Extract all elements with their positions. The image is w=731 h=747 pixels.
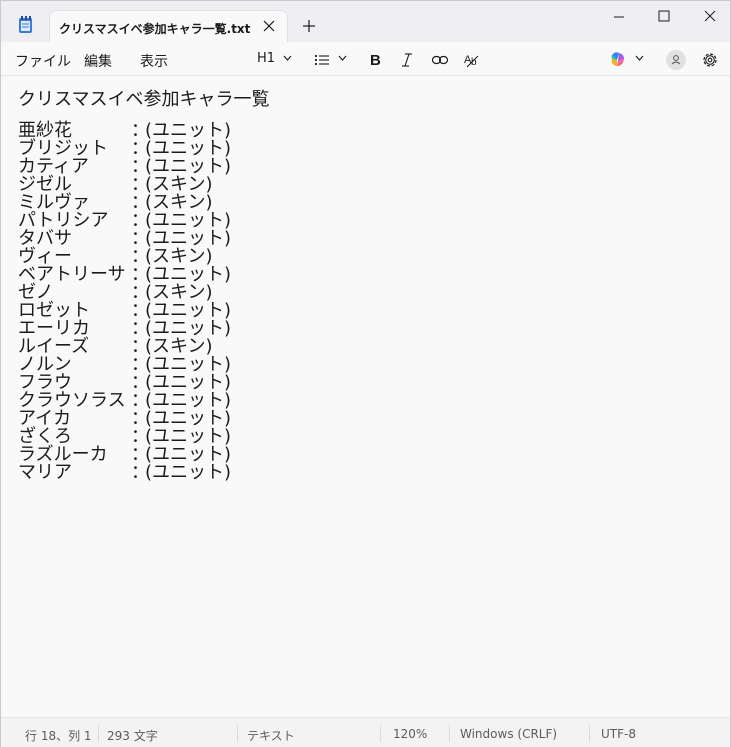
list-item: パトリシア： (ユニット) bbox=[18, 212, 730, 230]
heading-dropdown[interactable]: H1 bbox=[257, 51, 275, 66]
status-zoom[interactable]: 120% bbox=[393, 727, 427, 741]
menu-bar: ファイル 編集 表示 H1 B A b bbox=[1, 42, 730, 76]
list-item: ベアトリーサ： (ユニット) bbox=[18, 266, 730, 284]
menu-view[interactable]: 表示 bbox=[140, 51, 168, 71]
status-char-count: 293 文字 bbox=[107, 729, 158, 743]
account-icon[interactable] bbox=[665, 49, 687, 71]
list-item: クラウソラス： (ユニット) bbox=[18, 392, 730, 410]
separator: ： bbox=[131, 462, 149, 483]
tab-document[interactable]: クリスマスイベ参加キャラ一覧.txt bbox=[49, 10, 288, 43]
svg-text:B: B bbox=[370, 52, 381, 69]
status-divider bbox=[98, 725, 99, 742]
menu-file[interactable]: ファイル bbox=[15, 51, 71, 71]
window-close-icon[interactable] bbox=[687, 1, 731, 33]
list-item: ノルン： (ユニット) bbox=[18, 356, 730, 374]
gear-icon[interactable] bbox=[700, 49, 720, 71]
bold-icon[interactable]: B bbox=[367, 49, 383, 71]
list-item: ジゼル： (スキン) bbox=[18, 176, 730, 194]
status-format[interactable]: テキスト bbox=[247, 727, 295, 744]
document-title: クリスマスイベ参加キャラ一覧 bbox=[18, 89, 270, 110]
list-item: カティア： (ユニット) bbox=[18, 158, 730, 176]
menu-edit[interactable]: 編集 bbox=[84, 51, 112, 71]
list-item: 亜紗花： (ユニット) bbox=[18, 122, 730, 140]
status-divider bbox=[449, 725, 450, 742]
list-item: ラズルーカ： (ユニット) bbox=[18, 446, 730, 464]
list-chevron-down-icon[interactable] bbox=[338, 55, 347, 61]
text-editor[interactable]: クリスマスイベ参加キャラ一覧 亜紗花： (ユニット) ブリジット： (ユニット) カティ… bbox=[1, 76, 730, 716]
copilot-chevron-down-icon[interactable] bbox=[635, 55, 644, 61]
italic-icon[interactable] bbox=[399, 49, 415, 71]
list-item: アイカ： (ユニット) bbox=[18, 410, 730, 428]
tab-close-icon[interactable] bbox=[261, 18, 277, 34]
notepad-window: クリスマスイベ参加キャラ一覧.txt ファイル 編集 表示 H1 B A b ク… bbox=[0, 0, 731, 747]
status-cursor-position: 行 18、列 1 bbox=[25, 729, 92, 743]
status-encoding: UTF-8 bbox=[601, 727, 636, 741]
list-icon[interactable] bbox=[313, 49, 331, 71]
list-item: マリア ： (ユニット) bbox=[18, 464, 730, 482]
copilot-icon[interactable] bbox=[608, 49, 628, 71]
status-divider bbox=[237, 725, 238, 742]
title-bar: クリスマスイベ参加キャラ一覧.txt bbox=[1, 1, 731, 43]
list-item: ミルヴァ： (スキン) bbox=[18, 194, 730, 212]
spellcheck-icon[interactable]: A b bbox=[463, 49, 481, 71]
list-item: エーリカ： (ユニット) bbox=[18, 320, 730, 338]
status-divider bbox=[589, 725, 590, 742]
status-line-ending: Windows (CRLF) bbox=[460, 727, 558, 741]
maximize-icon[interactable] bbox=[641, 1, 687, 33]
list-item: ゼノ： (スキン) bbox=[18, 284, 730, 302]
list-item: ルイーズ： (スキン) bbox=[18, 338, 730, 356]
status-divider bbox=[380, 725, 381, 742]
list-item: ブリジット： (ユニット) bbox=[18, 140, 730, 158]
tab-title: クリスマスイベ参加キャラ一覧.txt bbox=[59, 22, 251, 36]
list-item: ざくろ： (ユニット) bbox=[18, 428, 730, 446]
notepad-icon bbox=[19, 16, 32, 33]
character-type: (ユニット) bbox=[145, 462, 232, 483]
new-tab-plus-icon[interactable] bbox=[302, 19, 316, 33]
link-icon[interactable] bbox=[431, 49, 449, 71]
list-item: タバサ： (ユニット) bbox=[18, 230, 730, 248]
minimize-icon[interactable] bbox=[596, 1, 642, 33]
character-list: 亜紗花： (ユニット) ブリジット： (ユニット) カティア： (ユニット) ジゼル： (スキ… bbox=[18, 122, 730, 482]
chevron-down-icon[interactable] bbox=[283, 55, 292, 61]
status-bar: 行 18、列 1 293 文字 テキスト 120% Windows (CRLF)… bbox=[1, 717, 730, 747]
list-item: ロゼット： (ユニット) bbox=[18, 302, 730, 320]
character-name: マリア bbox=[18, 462, 72, 483]
